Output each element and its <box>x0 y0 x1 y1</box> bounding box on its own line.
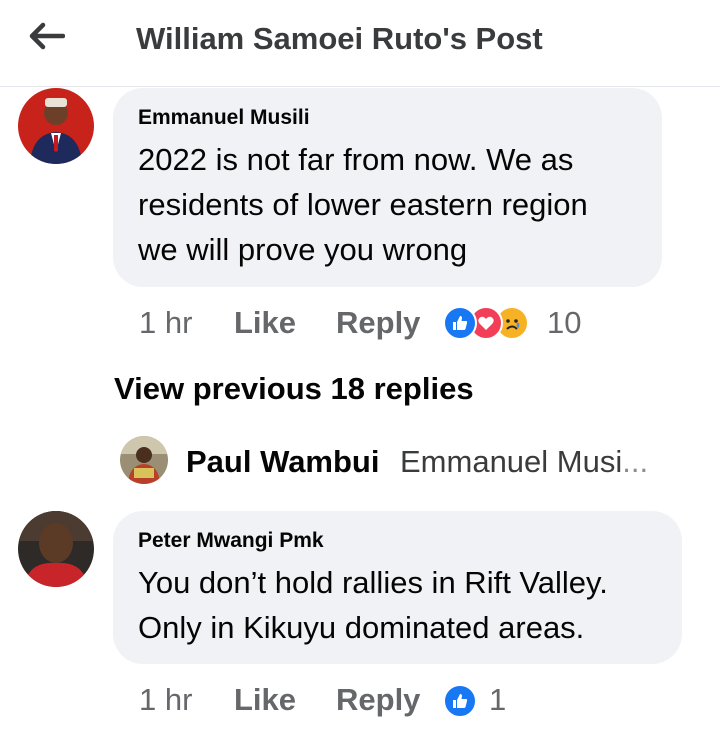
avatar[interactable] <box>18 88 94 164</box>
reply-snippet: Emmanuel Musi... <box>400 444 648 480</box>
comment-author[interactable]: Peter Mwangi Pmk <box>138 529 324 553</box>
comment-author[interactable]: Emmanuel Musili <box>138 106 310 130</box>
top-bar: William Samoei Ruto's Post <box>0 0 720 87</box>
avatar[interactable] <box>120 436 168 484</box>
avatar[interactable] <box>18 511 94 587</box>
arrow-left-icon <box>27 21 66 56</box>
back-button[interactable] <box>22 18 70 58</box>
comment-text-line: we will prove you wrong <box>138 232 468 267</box>
reply-snippet-text: Emmanuel Musi <box>400 444 623 479</box>
comment-time: 1 hr <box>139 682 193 717</box>
comment-text-line: residents of lower eastern region <box>138 187 588 222</box>
comment-time: 1 hr <box>139 305 193 340</box>
reaction-summary[interactable] <box>443 306 535 340</box>
comment-text-line: You don’t hold rallies in Rift Valley. <box>138 565 608 600</box>
like-button[interactable]: Like <box>234 305 296 341</box>
reaction-count[interactable]: 1 <box>489 682 506 718</box>
reply-ellipsis: ... <box>622 444 649 479</box>
comment-text-line: 2022 is not far from now. We as <box>138 142 574 177</box>
reaction-count[interactable]: 10 <box>547 305 581 341</box>
like-reaction-icon <box>443 684 477 718</box>
reply-preview[interactable]: Paul Wambui Emmanuel Musi... <box>118 436 698 486</box>
like-reaction-icon <box>443 306 477 340</box>
reaction-summary[interactable] <box>443 684 479 718</box>
reply-author[interactable]: Paul Wambui <box>186 444 379 480</box>
view-previous-replies-link[interactable]: View previous 18 replies <box>114 371 474 407</box>
like-button[interactable]: Like <box>234 682 296 718</box>
reply-button[interactable]: Reply <box>336 305 420 341</box>
reply-button[interactable]: Reply <box>336 682 420 718</box>
page-title: William Samoei Ruto's Post <box>136 21 543 56</box>
comment-text-line: Only in Kikuyu dominated areas. <box>138 610 585 645</box>
